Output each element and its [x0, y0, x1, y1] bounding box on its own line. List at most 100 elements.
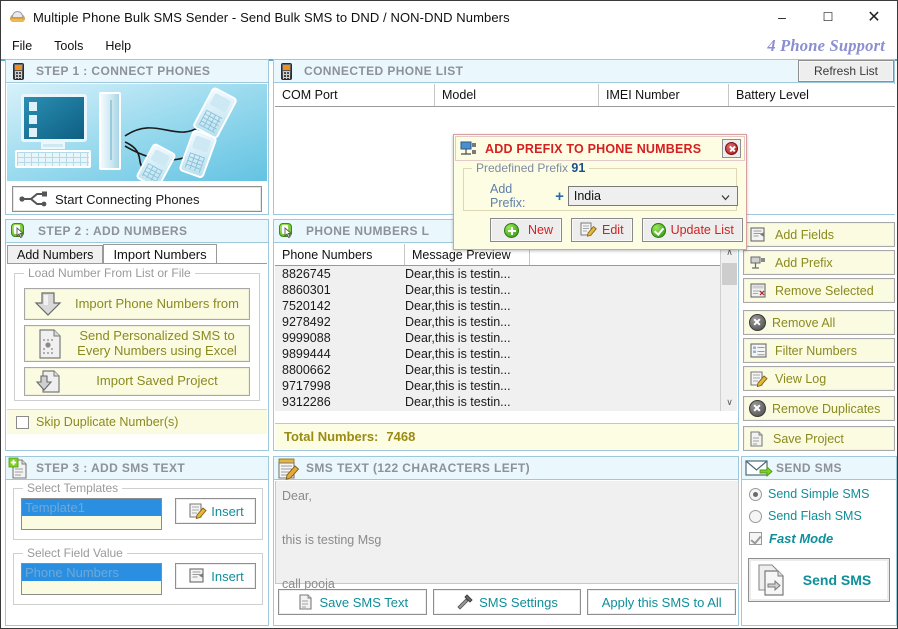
send-personalized-sms-button[interactable]: Send Personalized SMS to Every Numbers u… [24, 325, 250, 362]
radio-flash-icon[interactable] [749, 509, 762, 523]
column-phone-numbers[interactable]: Phone Numbers [275, 244, 405, 265]
pencil-note-icon [187, 502, 207, 520]
remove-duplicates-icon [749, 400, 766, 417]
table-row[interactable]: 7520142 Dear,this is testin... [275, 298, 722, 314]
add-fields-button[interactable]: Add Fields [743, 222, 895, 247]
cell-number: 8860301 [282, 283, 331, 297]
save-project-button[interactable]: Save Project [743, 426, 895, 451]
green-check-icon [650, 222, 666, 238]
minimize-button[interactable]: – [759, 2, 805, 33]
table-row[interactable]: 9312286 Dear,this is testin... [275, 394, 722, 410]
table-row[interactable]: 9899444 Dear,this is testin... [275, 346, 722, 362]
step2-title: STEP 2 : ADD NUMBERS [38, 224, 188, 238]
scroll-down-icon[interactable]: ∨ [721, 394, 738, 411]
column-model[interactable]: Model [435, 84, 599, 106]
close-button[interactable]: ✕ [851, 2, 897, 33]
pencil-note-icon [749, 370, 769, 388]
templates-listbox[interactable]: Template1 [21, 498, 162, 530]
filter-numbers-button[interactable]: Filter Numbers [743, 338, 895, 363]
skip-duplicate-checkbox[interactable] [16, 415, 29, 429]
column-battery-level[interactable]: Battery Level [729, 84, 895, 106]
insert-field-label: Insert [211, 568, 244, 584]
app-icon [9, 9, 27, 25]
cell-preview: Dear,this is testin... [405, 363, 511, 377]
start-connecting-phones-button[interactable]: Start Connecting Phones [12, 186, 262, 212]
start-connecting-phones-label: Start Connecting Phones [55, 191, 200, 207]
menu-item-help[interactable]: Help [94, 37, 142, 55]
import-saved-project-button[interactable]: Import Saved Project [24, 367, 250, 396]
maximize-button[interactable]: ☐ [805, 2, 851, 33]
phone-icon [8, 60, 30, 83]
import-phone-numbers-label: Import Phone Numbers from [74, 295, 239, 311]
close-icon[interactable] [722, 139, 741, 158]
save-doc-icon [749, 430, 767, 448]
connected-phone-list-title: CONNECTED PHONE LIST [304, 64, 464, 78]
send-simple-sms-option[interactable]: Send Simple SMS [749, 483, 895, 505]
view-log-button[interactable]: View Log [743, 366, 895, 391]
fast-mode-checkbox[interactable] [749, 531, 762, 545]
save-sms-text-button[interactable]: Save SMS Text [278, 589, 427, 615]
column-imei-number[interactable]: IMEI Number [599, 84, 729, 106]
dialog-title-bar: ADD PREFIX TO PHONE NUMBERS [455, 136, 745, 161]
field-value-selected-item[interactable]: Phone Numbers [22, 564, 161, 581]
prefix-icon [459, 139, 481, 158]
table-row[interactable]: 8826745 Dear,this is testin... [275, 266, 722, 282]
add-prefix-button[interactable]: Add Prefix [743, 250, 895, 275]
step3-title: STEP 3 : ADD SMS TEXT [36, 461, 186, 475]
sms-settings-button[interactable]: SMS Settings [432, 589, 582, 615]
send-doc-icon [755, 563, 793, 597]
apply-sms-to-all-button[interactable]: Apply this SMS to All [587, 589, 737, 615]
dialog-buttons: New Edit Update List [490, 218, 743, 242]
tools-icon [456, 593, 474, 611]
phone-numbers-grid-body[interactable]: 8826745 Dear,this is testin... 8860301 Dea… [275, 266, 722, 411]
insert-field-button[interactable]: Insert [175, 563, 256, 589]
predefined-prefix-group: Predefined Prefix 91 Add Prefix: + India [463, 161, 738, 211]
send-sms-button[interactable]: Send SMS [748, 558, 890, 602]
remove-selected-label: Remove Selected [775, 283, 874, 298]
remove-duplicates-button[interactable]: Remove Duplicates [743, 396, 895, 421]
phone-numbers-scrollbar[interactable]: ∧ ∨ [720, 244, 737, 411]
table-row[interactable]: 9717998 Dear,this is testin... [275, 378, 722, 394]
table-row[interactable]: 8800662 Dear,this is testin... [275, 362, 722, 378]
pencil-note-icon [580, 222, 597, 238]
send-flash-sms-option[interactable]: Send Flash SMS [749, 505, 895, 527]
edit-prefix-button[interactable]: Edit [571, 218, 633, 242]
new-prefix-button[interactable]: New [490, 218, 563, 242]
refresh-list-button[interactable]: Refresh List [798, 60, 894, 82]
update-list-button[interactable]: Update List [641, 218, 743, 242]
insert-template-button[interactable]: Insert [175, 498, 256, 524]
tab-add-numbers[interactable]: Add Numbers [7, 245, 104, 264]
tab-import-numbers[interactable]: Import Numbers [103, 244, 217, 264]
new-prefix-label: New [528, 223, 554, 237]
cell-preview: Dear,this is testin... [405, 347, 511, 361]
dialog-title: ADD PREFIX TO PHONE NUMBERS [485, 141, 702, 156]
cell-preview: Dear,this is testin... [405, 379, 511, 393]
download-arrow-icon [29, 289, 69, 319]
scroll-thumb[interactable] [722, 263, 737, 285]
menu-item-tools[interactable]: Tools [43, 37, 94, 55]
select-templates-group: Select Templates Template1 Insert [13, 481, 263, 540]
skip-duplicate-row[interactable]: Skip Duplicate Number(s) [7, 409, 267, 434]
remove-all-label: Remove All [772, 315, 836, 330]
chevron-down-icon[interactable] [721, 191, 730, 201]
table-row[interactable]: 9999088 Dear,this is testin... [275, 330, 722, 346]
table-row[interactable]: 8860301 Dear,this is testin... [275, 282, 722, 298]
import-phone-numbers-button[interactable]: Import Phone Numbers from [24, 288, 250, 320]
sms-text-input[interactable]: Dear, this is testing Msg call pooja [275, 481, 739, 591]
remove-all-button[interactable]: Remove All [743, 310, 895, 335]
menu-item-file[interactable]: File [1, 37, 43, 55]
radio-simple-icon[interactable] [749, 487, 762, 501]
field-value-listbox[interactable]: Phone Numbers [21, 563, 162, 595]
cell-number: 9717998 [282, 379, 331, 393]
table-row[interactable]: 9312767Dear,this is testin... [275, 410, 722, 411]
refresh-list-label: Refresh List [813, 64, 879, 78]
green-plus-icon [504, 222, 519, 238]
cell-number: 7520142 [282, 299, 331, 313]
column-com-port[interactable]: COM Port [275, 84, 435, 106]
table-row[interactable]: 9278492 Dear,this is testin... [275, 314, 722, 330]
cell-number: 9312286 [282, 395, 331, 409]
template-selected-item[interactable]: Template1 [22, 499, 161, 516]
remove-selected-button[interactable]: Remove Selected [743, 278, 895, 303]
prefix-country-select[interactable]: India [567, 186, 738, 206]
fast-mode-row[interactable]: Fast Mode [749, 527, 895, 549]
